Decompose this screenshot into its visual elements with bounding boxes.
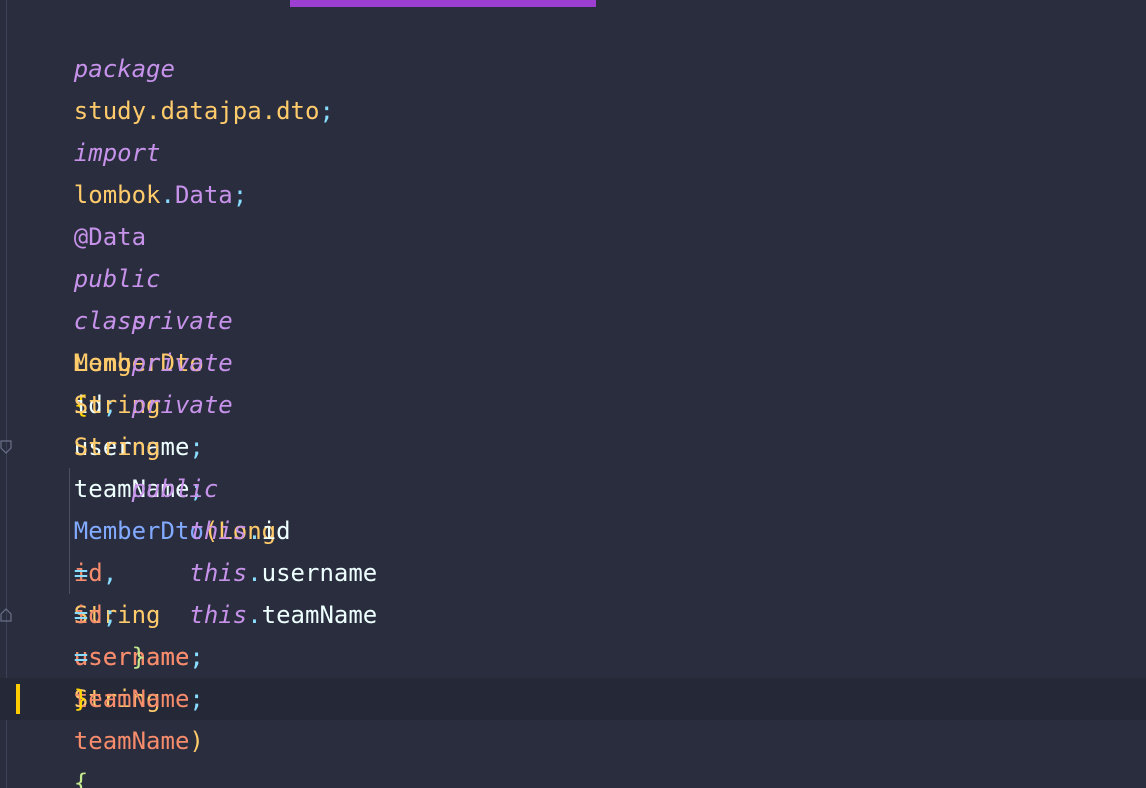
code-line-annotation[interactable]: @Data [16,174,146,251]
code-line-import[interactable]: import lombok.Data; [16,90,247,209]
close-brace: } [73,685,89,713]
semicolon: ; [232,181,248,209]
import-class: Data [174,181,233,209]
code-line-field-id[interactable]: private Long id; [16,258,233,419]
code-line-assign-username[interactable]: this.username = username; [16,510,377,671]
semicolon: ; [319,97,334,125]
code-line-close-class[interactable]: } [16,636,88,713]
field-name: teamName [261,601,378,629]
code-line-close-constructor[interactable]: } [16,594,146,671]
code-line-package[interactable]: package study.datajpa.dto; [16,6,334,125]
code-line-assign-id[interactable]: this.id = id; [16,468,291,629]
fold-close-icon[interactable] [0,608,12,622]
code-line-field-teamname[interactable]: private String teamName; [16,342,233,503]
close-brace: } [131,643,147,671]
semicolon: ; [189,643,204,671]
open-brace: { [73,769,89,788]
parameter: teamName [73,685,190,713]
code-editor[interactable]: package study.datajpa.dto; import lombok… [0,0,1146,788]
active-tab-indicator [290,0,596,7]
keyword: import [73,139,161,167]
keyword: this [189,601,248,629]
code-line-field-username[interactable]: private String username; [16,300,233,461]
code-line-assign-teamname[interactable]: this.teamName = teamName; [16,552,377,713]
keyword: private [131,391,233,419]
fold-open-icon[interactable] [0,440,12,454]
code-line-class-decl[interactable]: public class MemberDto { [16,216,204,419]
semicolon: ; [189,685,204,713]
dot: . [160,181,175,209]
parameter: teamName [73,727,190,755]
keyword: package [73,55,175,83]
close-paren: ) [189,727,204,755]
gutter-divider [6,0,7,788]
code-line-constructor[interactable]: public MemberDto(Long id, String usernam… [16,426,276,788]
dot: . [247,601,262,629]
